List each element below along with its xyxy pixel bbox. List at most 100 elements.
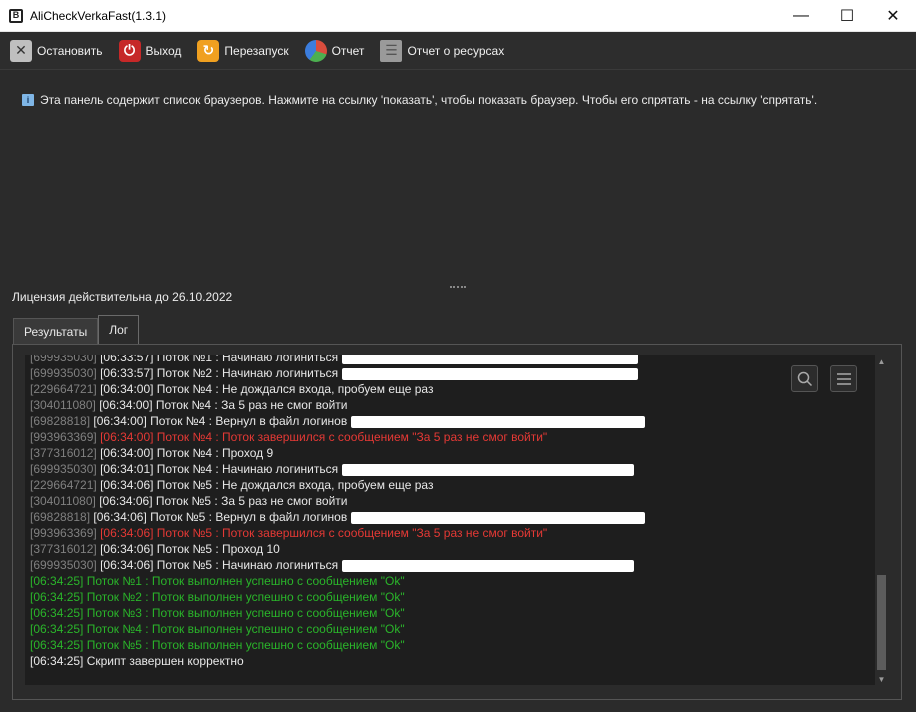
restart-button[interactable]: ↻ Перезапуск <box>187 32 294 70</box>
log-line-text: [06:34:06] Поток №5 : За 5 раз не смог в… <box>99 494 348 508</box>
redacted-block <box>351 415 646 428</box>
log-line-text: [06:33:57] Поток №2 : Начинаю логиниться <box>100 366 339 380</box>
log-scrollbar[interactable]: ▲ ▼ <box>875 355 888 685</box>
log-line-text: [06:34:01] Поток №4 : Начинаю логиниться <box>100 462 339 476</box>
redacted-block <box>351 511 646 524</box>
window-controls: — ☐ ✕ <box>778 0 916 32</box>
log-line-id: [699935030] <box>30 366 101 380</box>
log-line: [229664721] [06:34:06] Поток №5 : Не дож… <box>30 477 875 493</box>
log-line-text: [06:33:57] Поток №1 : Начинаю логиниться <box>100 355 339 364</box>
exit-button[interactable]: ⏻ Выход <box>109 32 188 70</box>
log-line-id: [69828818] <box>30 414 94 428</box>
log-line: [699935030] [06:33:57] Поток №1 : Начина… <box>30 355 875 365</box>
scroll-thumb[interactable] <box>877 575 886 670</box>
stop-label: Остановить <box>37 43 103 58</box>
app-icon: B <box>9 8 23 23</box>
tab-bar: Результаты Лог <box>13 315 140 344</box>
exit-label: Выход <box>145 43 182 58</box>
log-line: [699935030] [06:33:57] Поток №2 : Начина… <box>30 365 875 381</box>
restart-icon: ↻ <box>197 39 220 62</box>
log-line: [06:34:25] Поток №4 : Поток выполнен усп… <box>30 621 875 637</box>
log-line: [993963369] [06:34:00] Поток №4 : Поток … <box>30 429 875 445</box>
log-line-id: [229664721] <box>30 382 101 396</box>
log-line-text: [06:34:06] Поток №5 : Проход 10 <box>100 542 280 556</box>
log-line: [377316012] [06:34:00] Поток №4 : Проход… <box>30 445 875 461</box>
redacted-block <box>342 463 635 476</box>
log-search-button[interactable] <box>791 365 818 392</box>
log-line-id: [699935030] <box>30 355 101 364</box>
log-line-text: [06:34:25] Поток №4 : Поток выполнен усп… <box>30 622 405 636</box>
log-line-text: [06:34:00] Поток №4 : Не дождался входа,… <box>100 382 434 396</box>
tab-log[interactable]: Лог <box>98 315 140 344</box>
log-line: [06:34:25] Поток №5 : Поток выполнен усп… <box>30 637 875 653</box>
log-line-id: [993963369] <box>30 430 101 444</box>
log-line-id: [304011080] <box>30 398 100 412</box>
log-line-text: [06:34:25] Поток №1 : Поток выполнен усп… <box>30 574 405 588</box>
browser-panel-info-text: Эта панель содержит список браузеров. На… <box>40 93 818 107</box>
log-line: [06:34:25] Поток №3 : Поток выполнен усп… <box>30 605 875 621</box>
splitter-handle[interactable] <box>450 286 466 290</box>
log-line-text: [06:34:06] Поток №5 : Начинаю логиниться <box>100 558 339 572</box>
log-line-id: [377316012] <box>30 446 101 460</box>
title-bar: B AliCheckVerkaFast(1.3.1) — ☐ ✕ <box>0 0 916 32</box>
redacted-block <box>342 355 639 364</box>
report-label: Отчет <box>331 43 365 58</box>
log-line: [06:34:25] Скрипт завершен корректно <box>30 653 875 669</box>
log-line: [229664721] [06:34:00] Поток №4 : Не дож… <box>30 381 875 397</box>
log-line-id: [69828818] <box>30 510 94 524</box>
log-line: [69828818] [06:34:06] Поток №5 : Вернул … <box>30 509 875 525</box>
toolbar: ✕ Остановить ⏻ Выход ↻ Перезапуск Отчет … <box>0 32 916 70</box>
log-line-id: [699935030] <box>30 558 101 572</box>
log-line: [304011080] [06:34:06] Поток №5 : За 5 р… <box>30 493 875 509</box>
log-line-id: [993963369] <box>30 526 101 540</box>
close-button[interactable]: ✕ <box>870 0 916 32</box>
log-line-text: [06:34:25] Скрипт завершен корректно <box>30 654 244 668</box>
log-line: [377316012] [06:34:06] Поток №5 : Проход… <box>30 541 875 557</box>
log-line-text: [06:34:06] Поток №5 : Вернул в файл логи… <box>93 510 348 524</box>
menu-icon <box>836 372 851 385</box>
pie-chart-icon <box>304 39 327 62</box>
search-icon <box>797 371 812 386</box>
log-line-text: [06:34:25] Поток №5 : Поток выполнен усп… <box>30 638 405 652</box>
log-line-text: [06:34:25] Поток №3 : Поток выполнен усп… <box>30 606 405 620</box>
scroll-up-arrow[interactable]: ▲ <box>875 355 888 367</box>
scroll-down-arrow[interactable]: ▼ <box>875 673 888 685</box>
redacted-block <box>342 559 635 572</box>
maximize-button[interactable]: ☐ <box>824 0 870 32</box>
log-line-id: [699935030] <box>30 462 101 476</box>
restart-label: Перезапуск <box>224 43 289 58</box>
log-line: [06:34:25] Поток №1 : Поток выполнен усп… <box>30 573 875 589</box>
log-line-id: [377316012] <box>30 542 101 556</box>
log-line: [304011080] [06:34:00] Поток №4 : За 5 р… <box>30 397 875 413</box>
minimize-button[interactable]: — <box>778 0 824 32</box>
log-line: [699935030] [06:34:01] Поток №4 : Начина… <box>30 461 875 477</box>
license-text: Лицензия действительна до 26.10.2022 <box>12 290 233 304</box>
log-view[interactable]: [699935030] [06:33:57] Поток №1 : Начина… <box>25 355 875 685</box>
stop-button[interactable]: ✕ Остановить <box>0 32 109 70</box>
log-line: [699935030] [06:34:06] Поток №5 : Начина… <box>30 557 875 573</box>
log-line: [69828818] [06:34:00] Поток №4 : Вернул … <box>30 413 875 429</box>
log-line: [993963369] [06:34:06] Поток №5 : Поток … <box>30 525 875 541</box>
log-line-text: [06:34:00] Поток №4 : Вернул в файл логи… <box>93 414 348 428</box>
report-button[interactable]: Отчет <box>295 32 371 70</box>
browser-panel-info: i Эта панель содержит список браузеров. … <box>22 93 817 107</box>
log-lines: [699935030] [06:33:57] Поток №1 : Начина… <box>30 355 875 669</box>
info-icon: i <box>22 94 34 106</box>
list-icon: ☰ <box>380 39 403 62</box>
log-line-text: [06:34:06] Поток №5 : Поток завершился с… <box>100 526 548 540</box>
log-line-text: [06:34:25] Поток №2 : Поток выполнен усп… <box>30 590 405 604</box>
log-tools <box>791 365 857 392</box>
log-line-text: [06:34:00] Поток №4 : За 5 раз не смог в… <box>99 398 348 412</box>
tab-results[interactable]: Результаты <box>13 318 99 344</box>
log-line-id: [304011080] <box>30 494 100 508</box>
resources-report-label: Отчет о ресурсах <box>407 43 505 58</box>
log-line-id: [229664721] <box>30 478 101 492</box>
window-title: AliCheckVerkaFast(1.3.1) <box>30 8 167 23</box>
redacted-block <box>342 367 639 380</box>
log-line-text: [06:34:00] Поток №4 : Поток завершился с… <box>100 430 548 444</box>
log-menu-button[interactable] <box>830 365 857 392</box>
stop-icon: ✕ <box>10 39 32 62</box>
resources-report-button[interactable]: ☰ Отчет о ресурсах <box>370 32 510 70</box>
log-line: [06:34:25] Поток №2 : Поток выполнен усп… <box>30 589 875 605</box>
log-line-text: [06:34:06] Поток №5 : Не дождался входа,… <box>100 478 434 492</box>
